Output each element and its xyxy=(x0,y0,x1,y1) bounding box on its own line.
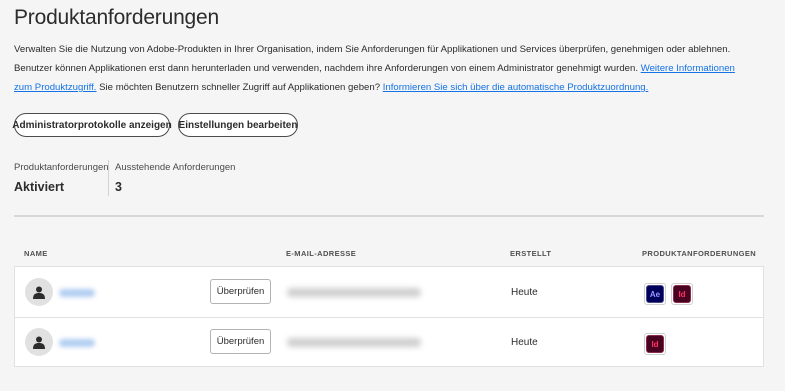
column-header-email: E-MAIL-ADRESSE xyxy=(286,249,357,258)
user-name-redacted[interactable] xyxy=(59,339,95,347)
indesign-icon: Id xyxy=(671,283,693,305)
requests-table: Überprüfen Heute Ae Id Überprüfen Heute … xyxy=(14,266,764,367)
stat-divider xyxy=(108,160,109,196)
description-text: Verwalten Sie die Nutzung von Adobe-Prod… xyxy=(14,44,731,74)
auto-assignment-link[interactable]: Informieren Sie sich über die automatisc… xyxy=(383,82,649,93)
user-icon xyxy=(25,278,53,306)
section-divider xyxy=(14,215,764,217)
pending-requests-label: Ausstehende Anforderungen xyxy=(115,162,236,173)
column-header-created: ERSTELLT xyxy=(510,249,552,258)
review-button[interactable]: Überprüfen xyxy=(210,279,271,304)
column-header-products: PRODUKTANFORDERUNGEN xyxy=(642,249,757,258)
email-redacted xyxy=(287,288,421,297)
edit-settings-button[interactable]: Einstellungen bearbeiten xyxy=(178,113,298,137)
created-date: Heute xyxy=(511,337,538,348)
pending-requests: Ausstehende Anforderungen 3 xyxy=(115,162,235,194)
view-admin-logs-button[interactable]: Administratorprotokolle anzeigen xyxy=(12,113,172,137)
product-requests: Ae Id xyxy=(644,283,693,305)
table-row: Überprüfen Heute Id xyxy=(15,317,763,367)
requests-status: Produktanforderungen Aktiviert xyxy=(14,162,109,194)
requests-status-label: Produktanforderungen xyxy=(14,162,109,173)
page-title: Produktanforderungen xyxy=(14,6,219,29)
user-name-redacted[interactable] xyxy=(59,289,95,297)
table-row: Überprüfen Heute Ae Id xyxy=(15,267,763,318)
product-requests: Id xyxy=(644,333,666,355)
column-header-name: NAME xyxy=(24,249,48,258)
review-button[interactable]: Überprüfen xyxy=(210,329,271,354)
email-redacted xyxy=(287,338,421,347)
indesign-icon: Id xyxy=(644,333,666,355)
description-question: Sie möchten Benutzern schneller Zugriff … xyxy=(99,82,381,93)
created-date: Heute xyxy=(511,287,538,298)
after-effects-icon: Ae xyxy=(644,283,666,305)
page-description: Verwalten Sie die Nutzung von Adobe-Prod… xyxy=(14,40,749,97)
requests-status-value: Aktiviert xyxy=(14,180,65,194)
user-icon xyxy=(25,328,53,356)
pending-requests-value: 3 xyxy=(115,180,122,194)
